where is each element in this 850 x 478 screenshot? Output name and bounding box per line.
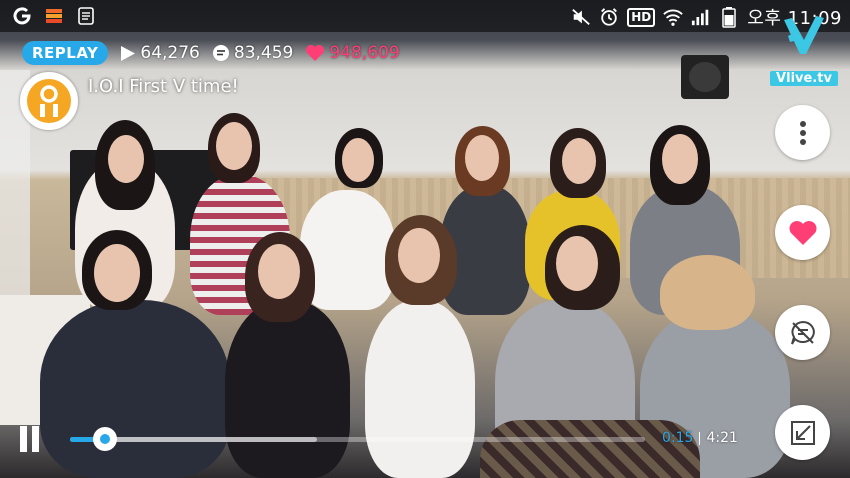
status-bar-notifications	[12, 6, 96, 26]
video-face	[556, 236, 598, 291]
mute-icon	[571, 7, 591, 27]
video-face	[662, 134, 698, 184]
play-count-value: 64,276	[140, 43, 200, 63]
hide-comments-button[interactable]	[775, 305, 830, 360]
vlive-logo: Vlive.tv	[770, 14, 838, 86]
video-blanket	[480, 420, 700, 478]
pause-button[interactable]	[18, 426, 42, 454]
more-options-button[interactable]	[775, 105, 830, 160]
video-face	[562, 138, 596, 184]
video-hair	[660, 255, 755, 330]
alarm-clock-icon	[599, 7, 619, 27]
video-face	[465, 135, 499, 181]
battery-icon	[719, 7, 739, 28]
hd-voice-badge: HD	[627, 7, 656, 27]
vlive-logo-text: Vlive.tv	[770, 71, 838, 86]
channel-avatar[interactable]	[20, 72, 78, 130]
like-count: 948,609	[305, 43, 400, 63]
stack-app-icon	[44, 6, 64, 26]
signal-strength-icon	[691, 7, 711, 27]
heart-icon	[789, 220, 816, 245]
minimize-arrow-icon	[790, 420, 815, 445]
like-count-value: 948,609	[329, 43, 400, 63]
video-person	[225, 300, 350, 478]
wifi-icon	[663, 7, 684, 27]
video-person	[40, 300, 230, 478]
video-face	[258, 244, 300, 299]
time-separator	[699, 431, 701, 445]
video-speaker	[681, 55, 729, 99]
status-bar: HD 오후 11:09	[0, 0, 850, 32]
ioi-channel-logo-icon	[27, 79, 71, 123]
vlive-hand-logo-icon	[784, 16, 824, 54]
seek-bar[interactable]	[70, 427, 645, 451]
vlive-player-screen: HD 오후 11:09 Vlive.tv REPLAY 64,276 83,45…	[0, 0, 850, 478]
video-face	[108, 135, 144, 183]
current-time: 0:15	[662, 430, 694, 446]
broadcast-stats: REPLAY 64,276 83,459 948,609	[22, 41, 400, 65]
play-count: 64,276	[120, 43, 200, 63]
heart-icon	[306, 45, 325, 61]
comment-bubble-icon	[212, 45, 229, 61]
play-count-icon	[121, 45, 136, 61]
notes-app-icon	[76, 6, 96, 26]
like-button[interactable]	[775, 205, 830, 260]
replay-badge: REPLAY	[22, 41, 109, 65]
video-face	[342, 138, 374, 182]
video-face	[398, 228, 440, 283]
comments-off-icon	[790, 320, 815, 345]
minimize-button[interactable]	[775, 405, 830, 460]
total-duration: 4:21	[706, 430, 738, 446]
playback-time: 0:15 4:21	[662, 430, 738, 446]
video-face	[94, 244, 140, 302]
channel-info: I.O.I First V time!	[20, 72, 239, 130]
video-person	[365, 300, 475, 478]
video-title: I.O.I First V time!	[88, 75, 239, 97]
comment-count-value: 83,459	[233, 43, 294, 63]
g-app-icon	[12, 6, 32, 26]
more-vertical-icon	[799, 120, 806, 145]
seek-bar-thumb[interactable]	[92, 427, 117, 451]
comment-count: 83,459	[212, 43, 293, 63]
